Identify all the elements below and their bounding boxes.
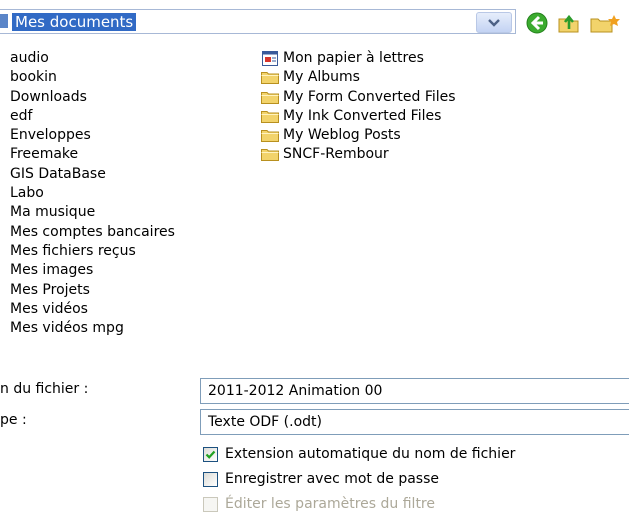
folder-icon	[261, 91, 279, 104]
checkmark-icon	[205, 450, 216, 459]
list-item[interactable]: Freemake	[10, 145, 175, 164]
filter-settings-label: Éditer les paramètres du filtre	[225, 496, 435, 512]
list-item[interactable]: edf	[10, 107, 175, 126]
file-list-column-left: audio bookin Downloads edf Enveloppes Fr…	[10, 49, 175, 338]
location-path[interactable]: Mes documents	[12, 13, 137, 31]
list-item[interactable]: Labo	[10, 184, 175, 203]
list-item[interactable]: Mes fichiers reçus	[10, 242, 175, 261]
location-folder-icon	[0, 14, 8, 28]
list-item[interactable]: Mes vidéos	[10, 300, 175, 319]
up-folder-icon[interactable]	[556, 11, 582, 35]
list-item[interactable]: My Albums	[261, 68, 456, 87]
list-item[interactable]: GIS DataBase	[10, 165, 175, 184]
list-item[interactable]: Mes Projets	[10, 281, 175, 300]
list-item[interactable]: Mes images	[10, 261, 175, 280]
list-item[interactable]: Downloads	[10, 88, 175, 107]
list-item[interactable]: My Form Converted Files	[261, 88, 456, 107]
list-item[interactable]: My Weblog Posts	[261, 126, 456, 145]
list-item[interactable]: My Ink Converted Files	[261, 107, 456, 126]
chevron-down-icon	[488, 19, 500, 27]
location-dropdown-button[interactable]	[476, 12, 512, 33]
folder-icon	[261, 110, 279, 123]
list-item[interactable]: audio	[10, 49, 175, 68]
auto-extension-checkbox[interactable]	[203, 447, 218, 462]
folder-icon	[261, 130, 279, 143]
list-item[interactable]: Mes comptes bancaires	[10, 223, 175, 242]
list-item[interactable]: SNCF-Rembour	[261, 145, 456, 164]
password-checkbox[interactable]	[203, 472, 218, 487]
location-combobox[interactable]: Mes documents	[0, 9, 516, 34]
list-item-label: Mon papier à lettres	[283, 50, 424, 66]
new-folder-icon[interactable]	[588, 11, 629, 35]
list-item[interactable]: Enveloppes	[10, 126, 175, 145]
auto-extension-label: Extension automatique du nom de fichier	[225, 446, 516, 462]
filename-field[interactable]: 2011-2012 Animation 00	[200, 378, 629, 404]
list-item-label: My Albums	[283, 69, 360, 86]
special-folder-icon	[262, 51, 278, 66]
password-label: Enregistrer avec mot de passe	[225, 471, 439, 487]
list-item[interactable]: bookin	[10, 68, 175, 87]
filetype-label: pe :	[0, 412, 27, 428]
folder-icon	[261, 72, 279, 85]
list-item[interactable]: Ma musique	[10, 203, 175, 222]
filename-value: 2011-2012 Animation 00	[208, 383, 383, 399]
list-item[interactable]: Mon papier à lettres	[261, 49, 456, 68]
filter-settings-checkbox	[203, 497, 218, 512]
filetype-value: Texte ODF (.odt)	[208, 414, 322, 430]
save-options-panel: n du fichier : 2011-2012 Animation 00 pe…	[0, 360, 629, 512]
filetype-select[interactable]: Texte ODF (.odt)	[200, 409, 629, 435]
list-item-label: SNCF-Rembour	[283, 146, 389, 163]
file-list[interactable]: audio bookin Downloads edf Enveloppes Fr…	[0, 46, 629, 346]
list-item[interactable]: Mes vidéos mpg	[10, 319, 175, 338]
filename-label: n du fichier :	[0, 381, 89, 397]
file-list-column-right: Mon papier à lettres My Albums My Form C…	[261, 49, 456, 165]
back-icon[interactable]	[524, 11, 550, 35]
toolbar: Mes documents	[0, 0, 629, 46]
list-item-label: My Weblog Posts	[283, 127, 401, 144]
list-item-label: My Ink Converted Files	[283, 107, 442, 124]
folder-icon	[261, 149, 279, 162]
list-item-label: My Form Converted Files	[283, 88, 456, 105]
